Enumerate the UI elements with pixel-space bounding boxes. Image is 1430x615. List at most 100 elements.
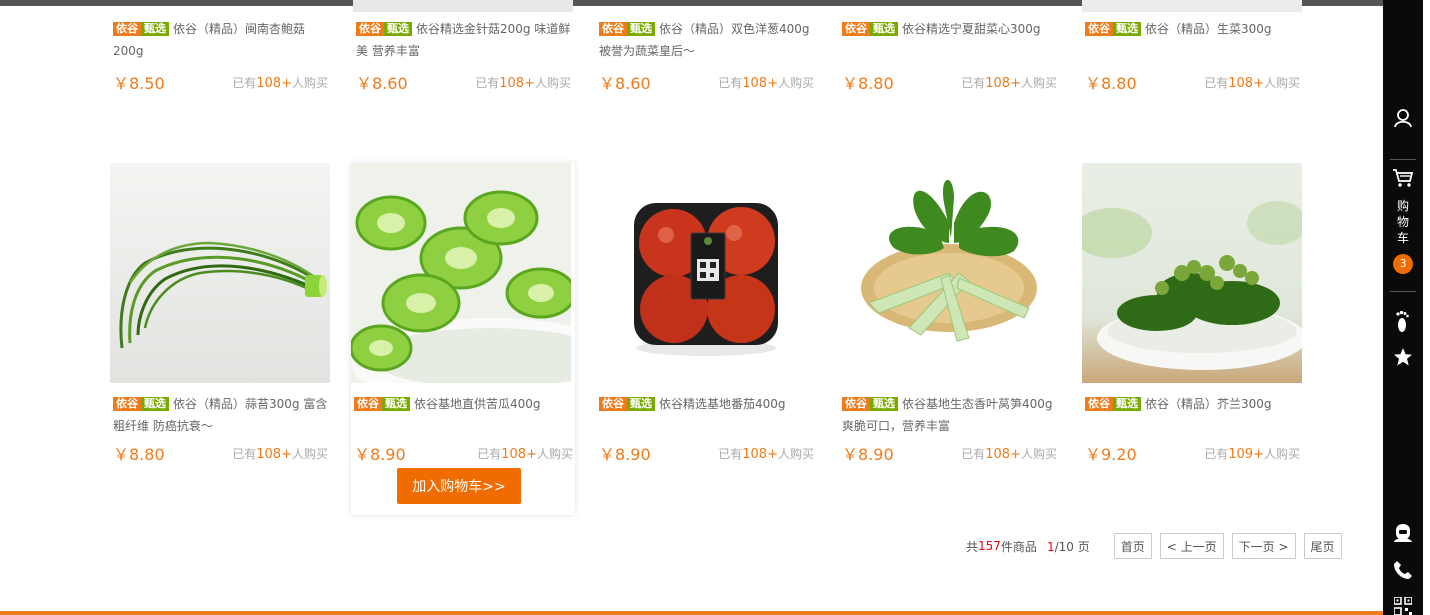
total-count: 157 — [978, 539, 1001, 553]
sold-prefix: 已有 — [718, 76, 743, 90]
cart-label-char: 车 — [1396, 231, 1409, 245]
lettuce-stem-image[interactable] — [839, 163, 1059, 383]
product-name[interactable]: 依谷 甄选 依谷（精品）闽南杏鲍菇200g — [113, 18, 329, 62]
brand-tag: 依谷 — [356, 22, 384, 36]
product-image-edge — [1082, 0, 1302, 12]
sold-count: 已有108+人购买 — [475, 74, 571, 91]
sold-number: 108+ — [985, 76, 1021, 91]
product-name[interactable]: 依谷 甄选 依谷（精品）芥兰300g — [1085, 393, 1301, 415]
pagination: 共 157 件商品 1/10 页 首页 < 上一页 下一页 > 尾页 — [966, 533, 1342, 559]
sold-number: 108+ — [499, 76, 535, 91]
sold-prefix: 已有 — [232, 76, 257, 90]
select-tag: 甄选 — [382, 397, 410, 411]
last-page-button[interactable]: 尾页 — [1303, 533, 1342, 559]
product-price: ￥8.80 — [1085, 74, 1137, 93]
sold-count: 已有108+人购买 — [232, 74, 328, 91]
sold-count: 已有108+人购买 — [718, 74, 814, 91]
sold-prefix: 已有 — [961, 76, 986, 90]
brand-tag: 依谷 — [842, 22, 870, 36]
product-name-text: 依谷（精品）生菜300g — [1145, 22, 1272, 36]
cart-count-badge: 3 — [1393, 254, 1413, 274]
brand-tag: 依谷 — [599, 397, 627, 411]
select-tag: 甄选 — [141, 22, 169, 36]
sold-number: 108+ — [742, 447, 778, 462]
add-to-cart-button[interactable]: 加入购物车>> — [397, 468, 521, 504]
garlic-sprout-image[interactable] — [110, 163, 330, 383]
tomato-image[interactable] — [596, 163, 816, 383]
footprint-icon[interactable] — [1383, 310, 1423, 334]
sold-prefix: 已有 — [718, 447, 743, 461]
sold-prefix: 已有 — [961, 447, 986, 461]
kale-image[interactable] — [1082, 163, 1302, 383]
sold-count: 已有109+人购买 — [1204, 445, 1300, 462]
product-name[interactable]: 依谷 甄选 依谷（精品）蒜苔300g 富含粗纤维 防癌抗衰～ — [113, 393, 329, 437]
sold-suffix: 人购买 — [536, 447, 573, 461]
next-page-button[interactable]: 下一页 > — [1231, 533, 1296, 559]
brand-tag: 依谷 — [842, 397, 870, 411]
product-name[interactable]: 依谷 甄选 依谷（精品）生菜300g — [1085, 18, 1301, 40]
sold-count: 已有108+人购买 — [232, 445, 328, 462]
right-toolbar: 购物车 3 — [1383, 0, 1423, 615]
product-name[interactable]: 依谷 甄选 依谷（精品）双色洋葱400g 被誉为蔬菜皇后～ — [599, 18, 815, 62]
page-unit: 页 — [1077, 539, 1090, 554]
product-name[interactable]: 依谷 甄选 依谷精选金针菇200g 味道鲜美 营养丰富 — [356, 18, 572, 62]
sold-count: 已有108+人购买 — [1204, 74, 1300, 91]
phone-icon[interactable] — [1383, 560, 1423, 580]
prev-page-button[interactable]: < 上一页 — [1159, 533, 1224, 559]
toolbar-divider — [1390, 159, 1416, 160]
sold-number: 108+ — [742, 76, 778, 91]
bitter-melon-image[interactable] — [351, 163, 571, 383]
cart-label[interactable]: 购物车 — [1383, 198, 1423, 246]
current-page: 1 — [1046, 539, 1055, 554]
product-name[interactable]: 依谷 甄选 依谷基地直供苦瓜400g — [354, 393, 570, 415]
product-price: ￥8.80 — [113, 445, 165, 464]
product-price: ￥9.20 — [1085, 445, 1137, 464]
product-price: ￥8.50 — [113, 74, 165, 93]
cart-label-char: 购 — [1396, 199, 1409, 213]
brand-tag: 依谷 — [1085, 397, 1113, 411]
product-name[interactable]: 依谷 甄选 依谷精选基地番茄400g — [599, 393, 815, 415]
first-page-button[interactable]: 首页 — [1113, 533, 1152, 559]
cart-icon[interactable] — [1383, 168, 1423, 188]
product-image-edge — [353, 0, 573, 12]
total-suffix: 件商品 — [1000, 539, 1037, 554]
qr-code-icon[interactable] — [1383, 597, 1423, 615]
select-tag: 甄选 — [627, 22, 655, 36]
brand-tag: 依谷 — [599, 22, 627, 36]
select-tag: 甄选 — [1113, 22, 1141, 36]
sold-prefix: 已有 — [232, 447, 257, 461]
footer-divider — [0, 611, 1383, 615]
total-prefix: 共 — [966, 539, 979, 554]
sold-suffix: 人购买 — [1263, 76, 1300, 90]
product-name[interactable]: 依谷 甄选 依谷精选宁夏甜菜心300g — [842, 18, 1058, 40]
sold-suffix: 人购买 — [777, 447, 814, 461]
product-price: ￥8.90 — [842, 445, 894, 464]
sold-prefix: 已有 — [475, 76, 500, 90]
window-edge — [1423, 0, 1430, 615]
product-price: ￥8.60 — [599, 74, 651, 93]
product-name-text: 依谷精选基地番茄400g — [659, 397, 786, 411]
sold-number: 108+ — [256, 447, 292, 462]
select-tag: 甄选 — [1113, 397, 1141, 411]
sold-count: 已有108+人购买 — [718, 445, 814, 462]
sold-prefix: 已有 — [477, 447, 502, 461]
user-icon[interactable] — [1383, 108, 1423, 128]
product-card[interactable]: 依谷 甄选 依谷基地直供苦瓜400g ￥8.90 已有108+人购买 加入购物车>> — [351, 163, 575, 515]
select-tag: 甄选 — [384, 22, 412, 36]
sold-number: 108+ — [1228, 76, 1264, 91]
favorite-star-icon[interactable] — [1383, 347, 1423, 367]
brand-tag: 依谷 — [113, 397, 141, 411]
select-tag: 甄选 — [870, 397, 898, 411]
brand-tag: 依谷 — [354, 397, 382, 411]
sold-suffix: 人购买 — [1263, 447, 1300, 461]
product-name-text: 依谷（精品）芥兰300g — [1145, 397, 1272, 411]
sold-count: 已有108+人购买 — [477, 445, 573, 462]
sold-prefix: 已有 — [1204, 447, 1229, 461]
sold-suffix: 人购买 — [291, 76, 328, 90]
sold-number: 109+ — [1228, 447, 1264, 462]
customer-service-icon[interactable] — [1383, 519, 1423, 543]
product-price: ￥8.80 — [842, 74, 894, 93]
sold-number: 108+ — [985, 447, 1021, 462]
select-tag: 甄选 — [627, 397, 655, 411]
product-name[interactable]: 依谷 甄选 依谷基地生态香叶莴笋400g 爽脆可口，营养丰富 — [842, 393, 1058, 437]
